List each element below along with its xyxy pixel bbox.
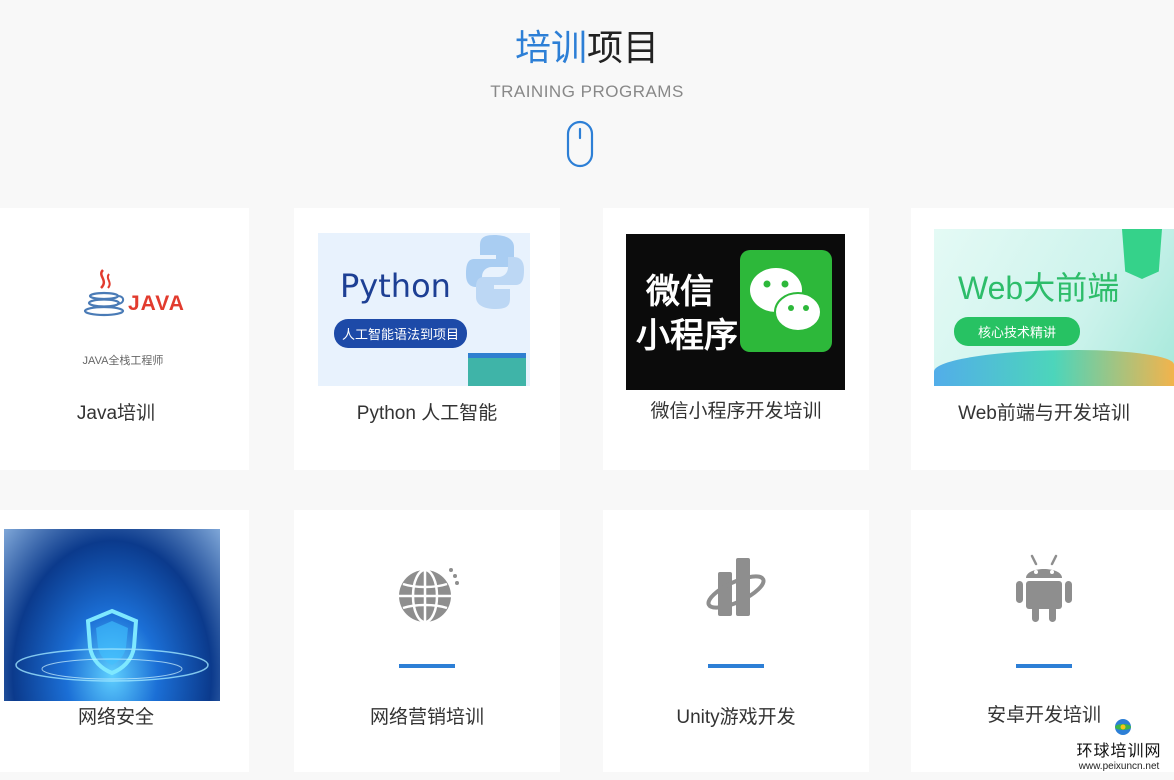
security-thumbnail bbox=[4, 529, 220, 701]
card-label: 网络营销培训 bbox=[369, 707, 484, 728]
accent-bar bbox=[399, 664, 455, 668]
java-cup-icon bbox=[83, 269, 125, 317]
section-subtitle: TRAINING PROGRAMS bbox=[490, 82, 684, 101]
card-python[interactable]: Python 人工智能语法到项目 Python 人工智能 bbox=[294, 208, 560, 470]
card-web[interactable]: Web大前端 核心技术精讲 Web前端与开发培训 bbox=[911, 208, 1174, 470]
watermark-name: 环球培训网 bbox=[1076, 743, 1162, 760]
python-pill: 人工智能语法到项目 bbox=[334, 319, 468, 348]
html5-shield-icon bbox=[1122, 229, 1162, 279]
card-label: Web前端与开发培训 bbox=[958, 403, 1130, 424]
web-heading: Web大前端 bbox=[958, 270, 1120, 306]
card-network-security[interactable]: 网络安全 bbox=[0, 510, 249, 772]
card-marketing[interactable]: 网络营销培训 bbox=[294, 510, 560, 772]
card-wechat[interactable]: 微信 小程序 微信小程序开发培训 bbox=[603, 208, 869, 470]
java-thumbnail: JAVA JAVA全栈工程师 bbox=[23, 248, 223, 388]
section-title: 培训项目 bbox=[0, 26, 1174, 70]
java-logo-text: JAVA bbox=[128, 292, 185, 315]
web-pill: 核心技术精讲 bbox=[954, 317, 1081, 346]
card-java[interactable]: JAVA JAVA全栈工程师 Java培训 bbox=[0, 208, 249, 470]
unity-icon bbox=[706, 558, 766, 616]
accent-bar bbox=[1016, 664, 1072, 668]
watermark-url: www.peixuncn.net bbox=[1078, 761, 1160, 772]
card-unity[interactable]: Unity游戏开发 bbox=[603, 510, 869, 772]
wechat-thumbnail: 微信 小程序 bbox=[626, 234, 845, 390]
card-label: Unity游戏开发 bbox=[676, 707, 796, 728]
web-wave-decoration bbox=[934, 350, 1174, 386]
python-heading: Python bbox=[340, 267, 451, 305]
card-label: 微信小程序开发培训 bbox=[650, 401, 822, 422]
orbit-rings-decoration bbox=[15, 648, 209, 682]
card-android[interactable]: 安卓开发培训 bbox=[911, 510, 1174, 772]
section-title-highlight: 培训 bbox=[514, 27, 587, 68]
android-icon bbox=[1016, 554, 1072, 622]
python-books-decoration bbox=[468, 353, 526, 386]
wechat-logo-icon bbox=[740, 250, 832, 352]
card-label: Java培训 bbox=[76, 403, 156, 424]
wechat-line1: 微信 bbox=[646, 273, 714, 311]
python-thumbnail: Python 人工智能语法到项目 bbox=[318, 233, 530, 386]
web-thumbnail: Web大前端 核心技术精讲 bbox=[934, 229, 1174, 386]
mouse-scroll-icon bbox=[566, 120, 594, 168]
accent-bar bbox=[708, 664, 764, 668]
card-label: 安卓开发培训 bbox=[986, 705, 1101, 726]
card-label: 网络安全 bbox=[77, 707, 154, 728]
wechat-line2: 小程序 bbox=[636, 317, 738, 355]
section-title-rest: 项目 bbox=[587, 27, 660, 68]
java-caption: JAVA全栈工程师 bbox=[82, 355, 164, 367]
globe-icon bbox=[399, 568, 459, 624]
python-logo-icon bbox=[466, 235, 524, 309]
watermark: 环球培训网 www.peixuncn.net bbox=[1070, 737, 1168, 772]
card-label: Python 人工智能 bbox=[356, 403, 498, 424]
watermark-logo-icon bbox=[1115, 719, 1131, 735]
